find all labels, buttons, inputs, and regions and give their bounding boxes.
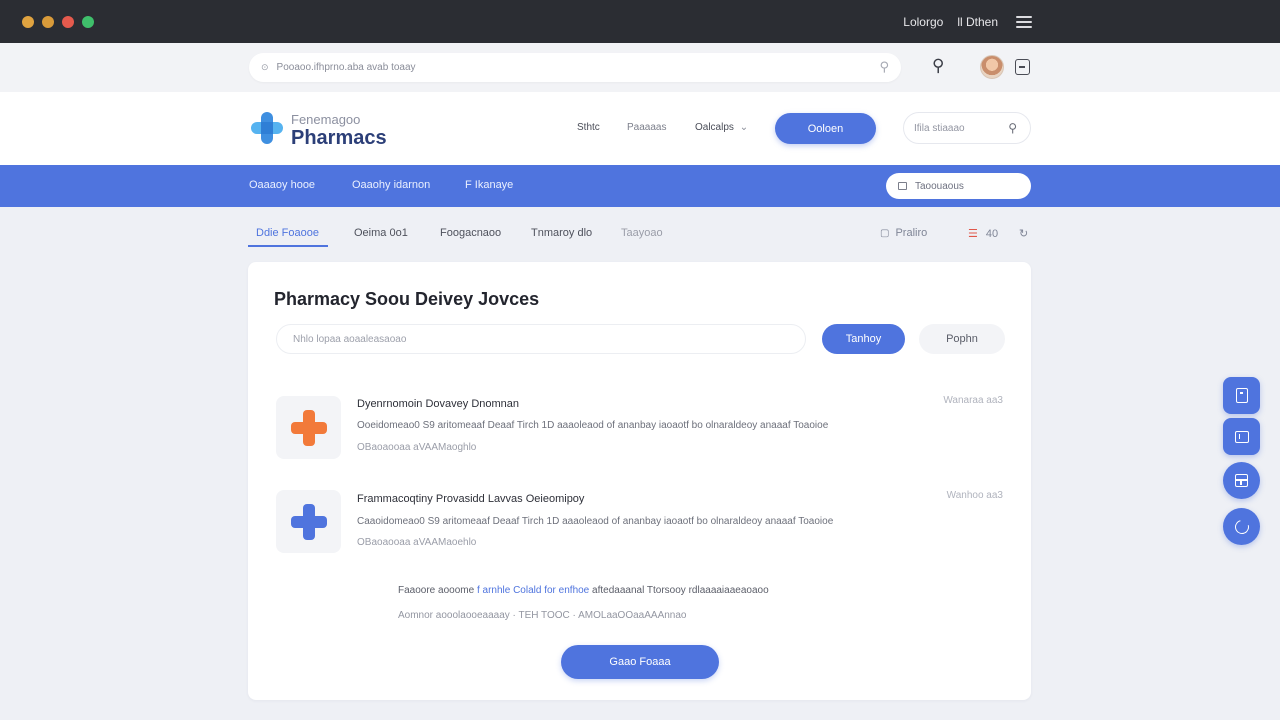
window-controls (22, 15, 94, 28)
category-link-1[interactable]: Oaaaoy hooe (249, 179, 315, 191)
address-bar[interactable]: ⊙ Pooaoo.ifhprno.aba avab toaay ⚲ (249, 53, 901, 82)
info-note-prefix: Faaoore aooome (398, 585, 477, 596)
pharmacy-cross-logo-icon[interactable] (249, 110, 285, 146)
print-icon: ▢ (880, 228, 890, 239)
extension-icon[interactable] (1015, 59, 1030, 75)
share-icon[interactable]: ↻ (1019, 227, 1028, 240)
list-item-title[interactable]: Frammacoqtiny Provasidd Lavvas Oeieomipo… (357, 493, 584, 505)
browser-toolbar: ⊙ Pooaoo.ifhprno.aba avab toaay ⚲ ⚲ (0, 43, 1280, 92)
category-bar: Oaaaoy hooe Oaaohy idarnon F Ikanaye Tao… (0, 165, 1280, 207)
card-search-placeholder: Nhlo lopaa aoaaleasaoao (293, 333, 407, 345)
active-tab-indicator (248, 245, 328, 247)
brand-tagline: Fenemagoo (291, 112, 361, 127)
list-icon: ☰ (968, 228, 978, 240)
window-control-fullscreen[interactable] (82, 15, 94, 28)
search-icon[interactable]: ⚲ (932, 56, 944, 76)
category-search-placeholder: Taoouaous (915, 180, 964, 192)
header-nav-item-2[interactable]: Paaaaas (627, 122, 666, 133)
sync-icon (1231, 516, 1252, 537)
primary-filter-button[interactable]: Tanhoy (822, 324, 905, 354)
window-titlebar: Lolorgo ll Dthen (0, 0, 1280, 43)
address-search-icon[interactable]: ⚲ (879, 59, 889, 75)
secondary-filter-button[interactable]: Pophn (919, 324, 1005, 354)
titlebar-account-label[interactable]: ll Dthen (957, 15, 998, 29)
avatar[interactable] (980, 55, 1004, 79)
print-label: Praliro (895, 227, 928, 239)
tab-2[interactable]: Oeima 0o1 (354, 227, 408, 239)
float-grid-button[interactable] (1223, 462, 1260, 499)
list-item-thumbnail[interactable] (276, 490, 341, 553)
load-more-button[interactable]: Gaao Foaaa (561, 645, 719, 679)
medical-cross-icon (291, 504, 327, 540)
print-tool[interactable]: ▢ Praliro (880, 227, 927, 239)
list-item-thumbnail[interactable] (276, 396, 341, 459)
grid-icon (1235, 474, 1248, 487)
card-search-input[interactable]: Nhlo lopaa aoaaleasaoao (276, 324, 806, 354)
brand-name[interactable]: Pharmacs (291, 127, 387, 150)
titlebar-user-label[interactable]: Lolorgo (903, 15, 943, 29)
list-item-description: Caaoidomeao0 S9 aritomeaaf Deaaf Tirch 1… (357, 516, 834, 527)
search-icon[interactable]: ⚲ (1008, 121, 1017, 135)
medical-cross-icon (291, 410, 327, 446)
window-control-zoom[interactable] (42, 15, 54, 28)
list-item-subtext: OBaoaooaa aVAAMaoghlo (357, 442, 477, 453)
info-note-suffix: aftedaaanal Ttorsooy rdlaaaaiaaeaoaoo (589, 585, 769, 596)
address-text: Pooaoo.ifhprno.aba avab toaay (276, 62, 416, 73)
category-search-field[interactable]: Taoouaous (886, 173, 1031, 199)
header-cta-button[interactable]: Ooloen (775, 113, 876, 144)
header-nav-item-3[interactable]: Oalcalps ⌄ (695, 122, 748, 133)
header-nav-item-3-label: Oalcalps (695, 122, 734, 133)
category-link-3[interactable]: F Ikanaye (465, 179, 513, 191)
category-link-2[interactable]: Oaaohy idarnon (352, 179, 430, 191)
content-card: Pharmacy Soou Deivey Jovces Nhlo lopaa a… (248, 262, 1031, 700)
header-search-placeholder: Ifila stiaaao (914, 122, 965, 134)
info-note: Faaoore aooome f arnhle Colald for enfho… (398, 585, 769, 596)
page-title: Pharmacy Soou Deivey Jovces (274, 289, 540, 309)
float-document-button[interactable] (1223, 377, 1260, 414)
document-icon (1235, 388, 1248, 403)
chevron-down-icon: ⌄ (739, 122, 749, 133)
panel-icon (1234, 430, 1249, 443)
list-item-meta: Wanhoo aa3 (946, 490, 1003, 501)
site-header: Fenemagoo Pharmacs Sthtc Paaaaas Oalcalp… (0, 92, 1280, 165)
header-nav-item-1[interactable]: Sthtc (577, 122, 600, 133)
header-search-field[interactable]: Ifila stiaaao ⚲ (903, 112, 1031, 144)
info-note-link[interactable]: f arnhle Colald for enfhoe (477, 585, 589, 596)
float-sync-button[interactable] (1223, 508, 1260, 545)
list-item-description: Ooeidomeao0 S9 aritomeaaf Deaaf Tirch 1D… (357, 420, 829, 431)
count-label: 40 (985, 228, 999, 240)
info-note-secondary: Aomnor aooolaooeaaaay · TEH TOOC · AMOLa… (398, 610, 687, 621)
float-panel-button[interactable] (1223, 418, 1260, 455)
list-item-title[interactable]: Dyenrnomoin Dovavey Dnomnan (357, 398, 519, 410)
tab-1[interactable]: Ddie Foaooe (256, 227, 319, 239)
window-control-close[interactable] (62, 15, 74, 28)
list-item-subtext: OBaoaooaa aVAAMaoehlo (357, 537, 477, 548)
calendar-icon (898, 182, 907, 190)
tab-3[interactable]: Foogacnaoo (440, 227, 501, 239)
window-control-minimize[interactable] (22, 15, 34, 28)
tab-4[interactable]: Tnmaroy dlo (531, 227, 592, 239)
site-info-icon[interactable]: ⊙ (261, 62, 269, 73)
hamburger-icon[interactable] (1016, 15, 1032, 28)
list-item-meta: Wanaraa aa3 (943, 395, 1003, 406)
count-tool[interactable]: ☰ 40 (968, 227, 998, 240)
tab-5[interactable]: Taayoao (621, 227, 663, 239)
